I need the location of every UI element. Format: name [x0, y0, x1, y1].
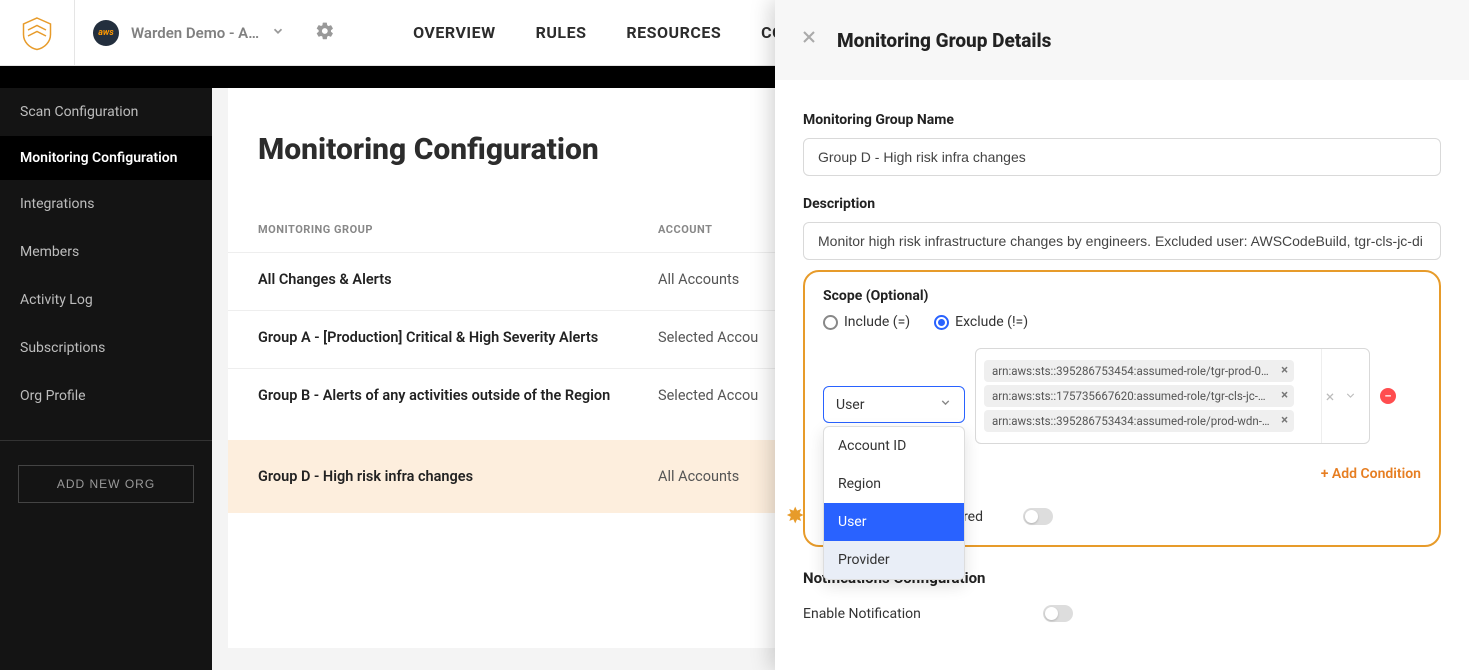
row-name: Group B - Alerts of any activities outsi…: [258, 387, 658, 404]
chevron-down-icon[interactable]: [1344, 387, 1357, 406]
star-icon: ✸: [786, 504, 804, 529]
chip: arn:aws:sts::175735667620:assumed-role/t…: [984, 385, 1294, 407]
chip: arn:aws:sts::395286753434:assumed-role/p…: [984, 410, 1294, 432]
dropdown-option-account-id[interactable]: Account ID: [824, 427, 964, 465]
drawer: Monitoring Group Details Monitoring Grou…: [775, 0, 1469, 670]
radio-include-label: Include (=): [844, 314, 910, 330]
scope-values-input[interactable]: arn:aws:sts::395286753454:assumed-role/t…: [975, 348, 1370, 444]
chip-label: arn:aws:sts::395286753434:assumed-role/p…: [992, 414, 1272, 428]
label-scope: Scope (Optional): [823, 288, 1421, 304]
sidebar-item-scan-config[interactable]: Scan Configuration: [0, 88, 212, 136]
col-monitoring-group: MONITORING GROUP: [258, 223, 658, 236]
sidebar-item-integrations[interactable]: Integrations: [0, 180, 212, 228]
scope-type-value: User: [836, 397, 864, 413]
row-name: All Changes & Alerts: [258, 271, 658, 288]
gear-icon[interactable]: [315, 21, 335, 45]
remove-condition-button[interactable]: –: [1380, 388, 1396, 404]
row-name: Group A - [Production] Critical & High S…: [258, 329, 658, 346]
sidebar-item-monitoring-config[interactable]: Monitoring Configuration: [0, 136, 212, 180]
aws-icon: aws: [93, 20, 119, 46]
chip-label: arn:aws:sts::395286753454:assumed-role/t…: [992, 364, 1272, 378]
description-input[interactable]: [803, 222, 1441, 260]
scope-section: ✸ Scope (Optional) Include (=) Exclude (…: [803, 270, 1441, 547]
scope-type-select[interactable]: User: [823, 386, 965, 423]
chevron-down-icon: [271, 23, 285, 42]
toggle-triggered[interactable]: [1023, 508, 1053, 525]
logo[interactable]: [0, 0, 75, 66]
sidebar-item-subscriptions[interactable]: Subscriptions: [0, 324, 212, 372]
scope-type-dropdown: Account ID Region User Provider: [823, 426, 965, 580]
chip-remove-icon[interactable]: ×: [1281, 388, 1288, 403]
drawer-title: Monitoring Group Details: [837, 29, 1051, 52]
chip-label: arn:aws:sts::175735667620:assumed-role/t…: [992, 389, 1278, 403]
chip: arn:aws:sts::395286753454:assumed-role/t…: [984, 360, 1294, 382]
org-name: Warden Demo - A…: [131, 24, 259, 42]
dropdown-option-provider[interactable]: Provider: [824, 541, 964, 579]
org-selector[interactable]: aws Warden Demo - A…: [75, 20, 353, 46]
nav-tabs: OVERVIEW RULES RESOURCES COMF: [413, 23, 807, 42]
row-name: Group D - High risk infra changes: [258, 468, 658, 485]
tab-resources[interactable]: RESOURCES: [626, 23, 721, 42]
sidebar-item-members[interactable]: Members: [0, 228, 212, 276]
group-name-input[interactable]: [803, 138, 1441, 176]
chip-remove-icon[interactable]: ×: [1281, 363, 1288, 378]
label-description: Description: [803, 196, 1441, 212]
radio-exclude-label: Exclude (!=): [955, 314, 1028, 330]
toggle-enable-notification[interactable]: [1043, 605, 1073, 622]
chevron-down-icon: [939, 396, 952, 413]
radio-exclude[interactable]: Exclude (!=): [934, 314, 1028, 330]
tab-rules[interactable]: RULES: [536, 23, 587, 42]
close-icon[interactable]: [799, 27, 819, 53]
radio-include[interactable]: Include (=): [823, 314, 910, 330]
label-group-name: Monitoring Group Name: [803, 112, 1441, 128]
sidebar-item-org-profile[interactable]: Org Profile: [0, 372, 212, 420]
sidebar: Scan Configuration Monitoring Configurat…: [0, 66, 212, 670]
dropdown-option-user[interactable]: User: [824, 503, 964, 541]
chip-remove-icon[interactable]: ×: [1281, 413, 1288, 428]
label-enable-notification: Enable Notification: [803, 606, 1003, 622]
tab-overview[interactable]: OVERVIEW: [413, 23, 496, 42]
add-new-org-button[interactable]: ADD NEW ORG: [18, 465, 194, 503]
dropdown-option-region[interactable]: Region: [824, 465, 964, 503]
sidebar-item-activity-log[interactable]: Activity Log: [0, 276, 212, 324]
clear-all-icon[interactable]: ×: [1326, 387, 1335, 406]
drawer-header: Monitoring Group Details: [775, 0, 1469, 80]
